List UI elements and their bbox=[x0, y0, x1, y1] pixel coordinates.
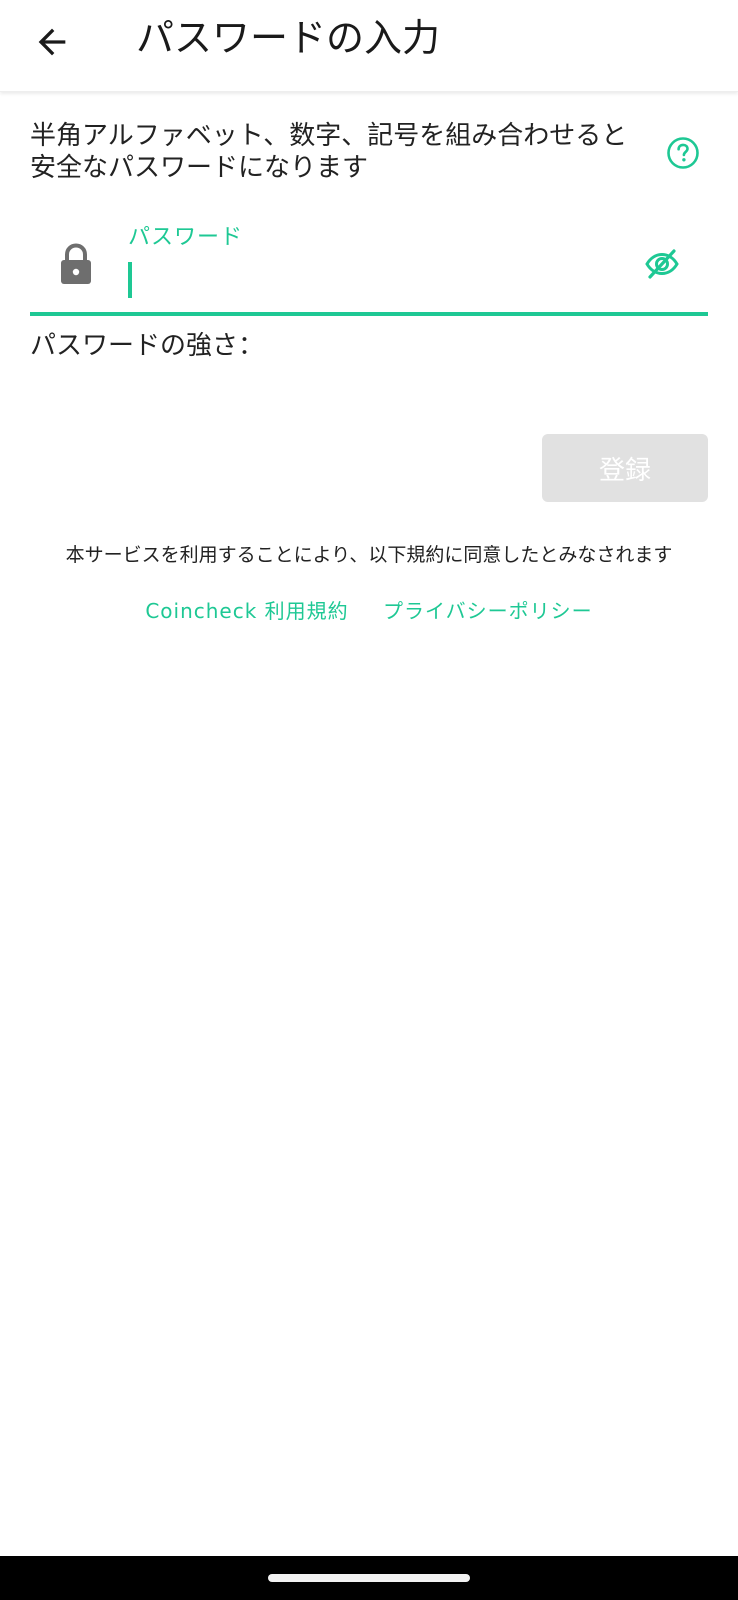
back-button[interactable] bbox=[24, 14, 80, 70]
app-bar: パスワードの入力 bbox=[0, 0, 738, 92]
password-entry-screen: パスワードの入力 半角アルファベット、数字、記号を組み合わせると安全なパスワード… bbox=[0, 0, 738, 1600]
terms-agreement-note: 本サービスを利用することにより、以下規約に同意したとみなされます bbox=[65, 544, 673, 566]
question-circle-icon bbox=[667, 137, 699, 169]
terms-links: Coincheck 利用規約 プライバシーポリシー bbox=[0, 598, 738, 624]
terms-of-service-link[interactable]: Coincheck 利用規約 bbox=[145, 599, 348, 623]
password-strength-label: パスワードの強さ： bbox=[30, 331, 265, 361]
password-field-label: パスワード bbox=[128, 225, 244, 250]
home-indicator[interactable] bbox=[268, 1574, 470, 1582]
privacy-policy-link[interactable]: プライバシーポリシー bbox=[383, 599, 593, 623]
password-field[interactable]: パスワード bbox=[30, 212, 708, 316]
page-title: パスワードの入力 bbox=[136, 16, 441, 60]
help-button[interactable] bbox=[666, 136, 700, 170]
password-hint-text: 半角アルファベット、数字、記号を組み合わせると安全なパスワードになります bbox=[30, 121, 628, 183]
eye-off-icon bbox=[645, 249, 679, 279]
arrow-left-icon bbox=[38, 28, 66, 56]
text-caret bbox=[128, 262, 132, 298]
system-navigation-bar bbox=[0, 1556, 738, 1600]
lock-icon bbox=[61, 243, 91, 284]
toggle-visibility-button[interactable] bbox=[644, 246, 680, 282]
register-button[interactable]: 登録 bbox=[542, 434, 708, 502]
password-input[interactable] bbox=[126, 260, 606, 300]
